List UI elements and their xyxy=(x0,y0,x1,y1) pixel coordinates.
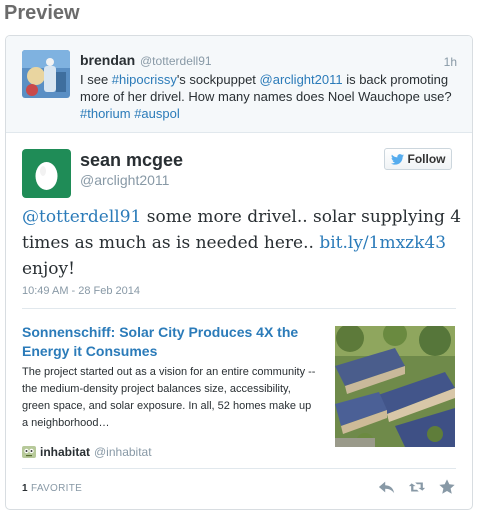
tweet-actions xyxy=(378,478,456,496)
link-card-thumbnail[interactable] xyxy=(335,326,455,447)
author-handle[interactable]: @arclight2011 xyxy=(80,172,169,188)
sean-mcgee-avatar[interactable] xyxy=(22,149,71,198)
brendan-avatar[interactable] xyxy=(22,50,70,98)
favorite-label: FAVORITE xyxy=(30,483,83,494)
twitter-bird-icon xyxy=(390,153,404,165)
follow-button[interactable]: Follow xyxy=(384,148,452,170)
hashtag-hipocrissy[interactable]: #hipocrissy xyxy=(112,72,177,87)
hashtag-thorium[interactable]: #thorium xyxy=(80,106,131,121)
egg-icon xyxy=(35,162,58,190)
tweet-timestamp[interactable]: 10:49 AM - 28 Feb 2014 xyxy=(22,285,140,297)
hashtag-auspol[interactable]: #auspol xyxy=(134,106,180,121)
embedded-tweet-card: brendan @totterdell91 1h I see #hipocris… xyxy=(5,35,473,510)
parent-timestamp[interactable]: 1h xyxy=(444,55,457,69)
parent-author-handle[interactable]: @totterdell91 xyxy=(140,54,212,68)
mention-totterdell91[interactable]: @totterdell91 xyxy=(22,207,141,227)
favorite-star-icon[interactable] xyxy=(438,478,456,496)
preview-heading: Preview xyxy=(4,2,80,24)
source-handle[interactable]: @inhabitat xyxy=(94,445,152,459)
author-name[interactable]: sean mcgee xyxy=(80,150,183,171)
inhabitat-logo-icon xyxy=(22,446,36,458)
parent-tweet-text: I see #hipocrissy's sockpuppet @arclight… xyxy=(80,71,452,122)
divider xyxy=(22,468,456,469)
in-reply-to-tweet[interactable]: brendan @totterdell91 1h I see #hipocris… xyxy=(6,36,472,133)
favorite-count[interactable]: 1 FAVORITE xyxy=(22,483,82,494)
retweet-icon[interactable] xyxy=(408,478,426,496)
reply-icon[interactable] xyxy=(378,478,396,496)
link-card-description: The project started out as a vision for … xyxy=(22,366,316,429)
tweet-link[interactable]: bit.ly/1mxzk43 xyxy=(319,233,446,253)
follow-label: Follow xyxy=(407,152,446,166)
favorite-number: 1 xyxy=(22,483,28,494)
parent-author-name[interactable]: brendan xyxy=(80,52,135,68)
tweet-text: @totterdell91 some more drivel.. solar s… xyxy=(22,204,462,282)
text-segment: 's sockpuppet xyxy=(176,72,260,87)
text-segment: I see xyxy=(80,72,112,87)
link-card-title[interactable]: Sonnenschiff: Solar City Produces 4X the… xyxy=(22,323,318,361)
source-name[interactable]: inhabitat xyxy=(40,445,90,459)
mention-arclight2011[interactable]: @arclight2011 xyxy=(260,72,343,87)
divider xyxy=(22,308,456,309)
link-card-source[interactable]: inhabitat @inhabitat xyxy=(22,445,152,459)
text-segment: enjoy! xyxy=(22,259,75,279)
